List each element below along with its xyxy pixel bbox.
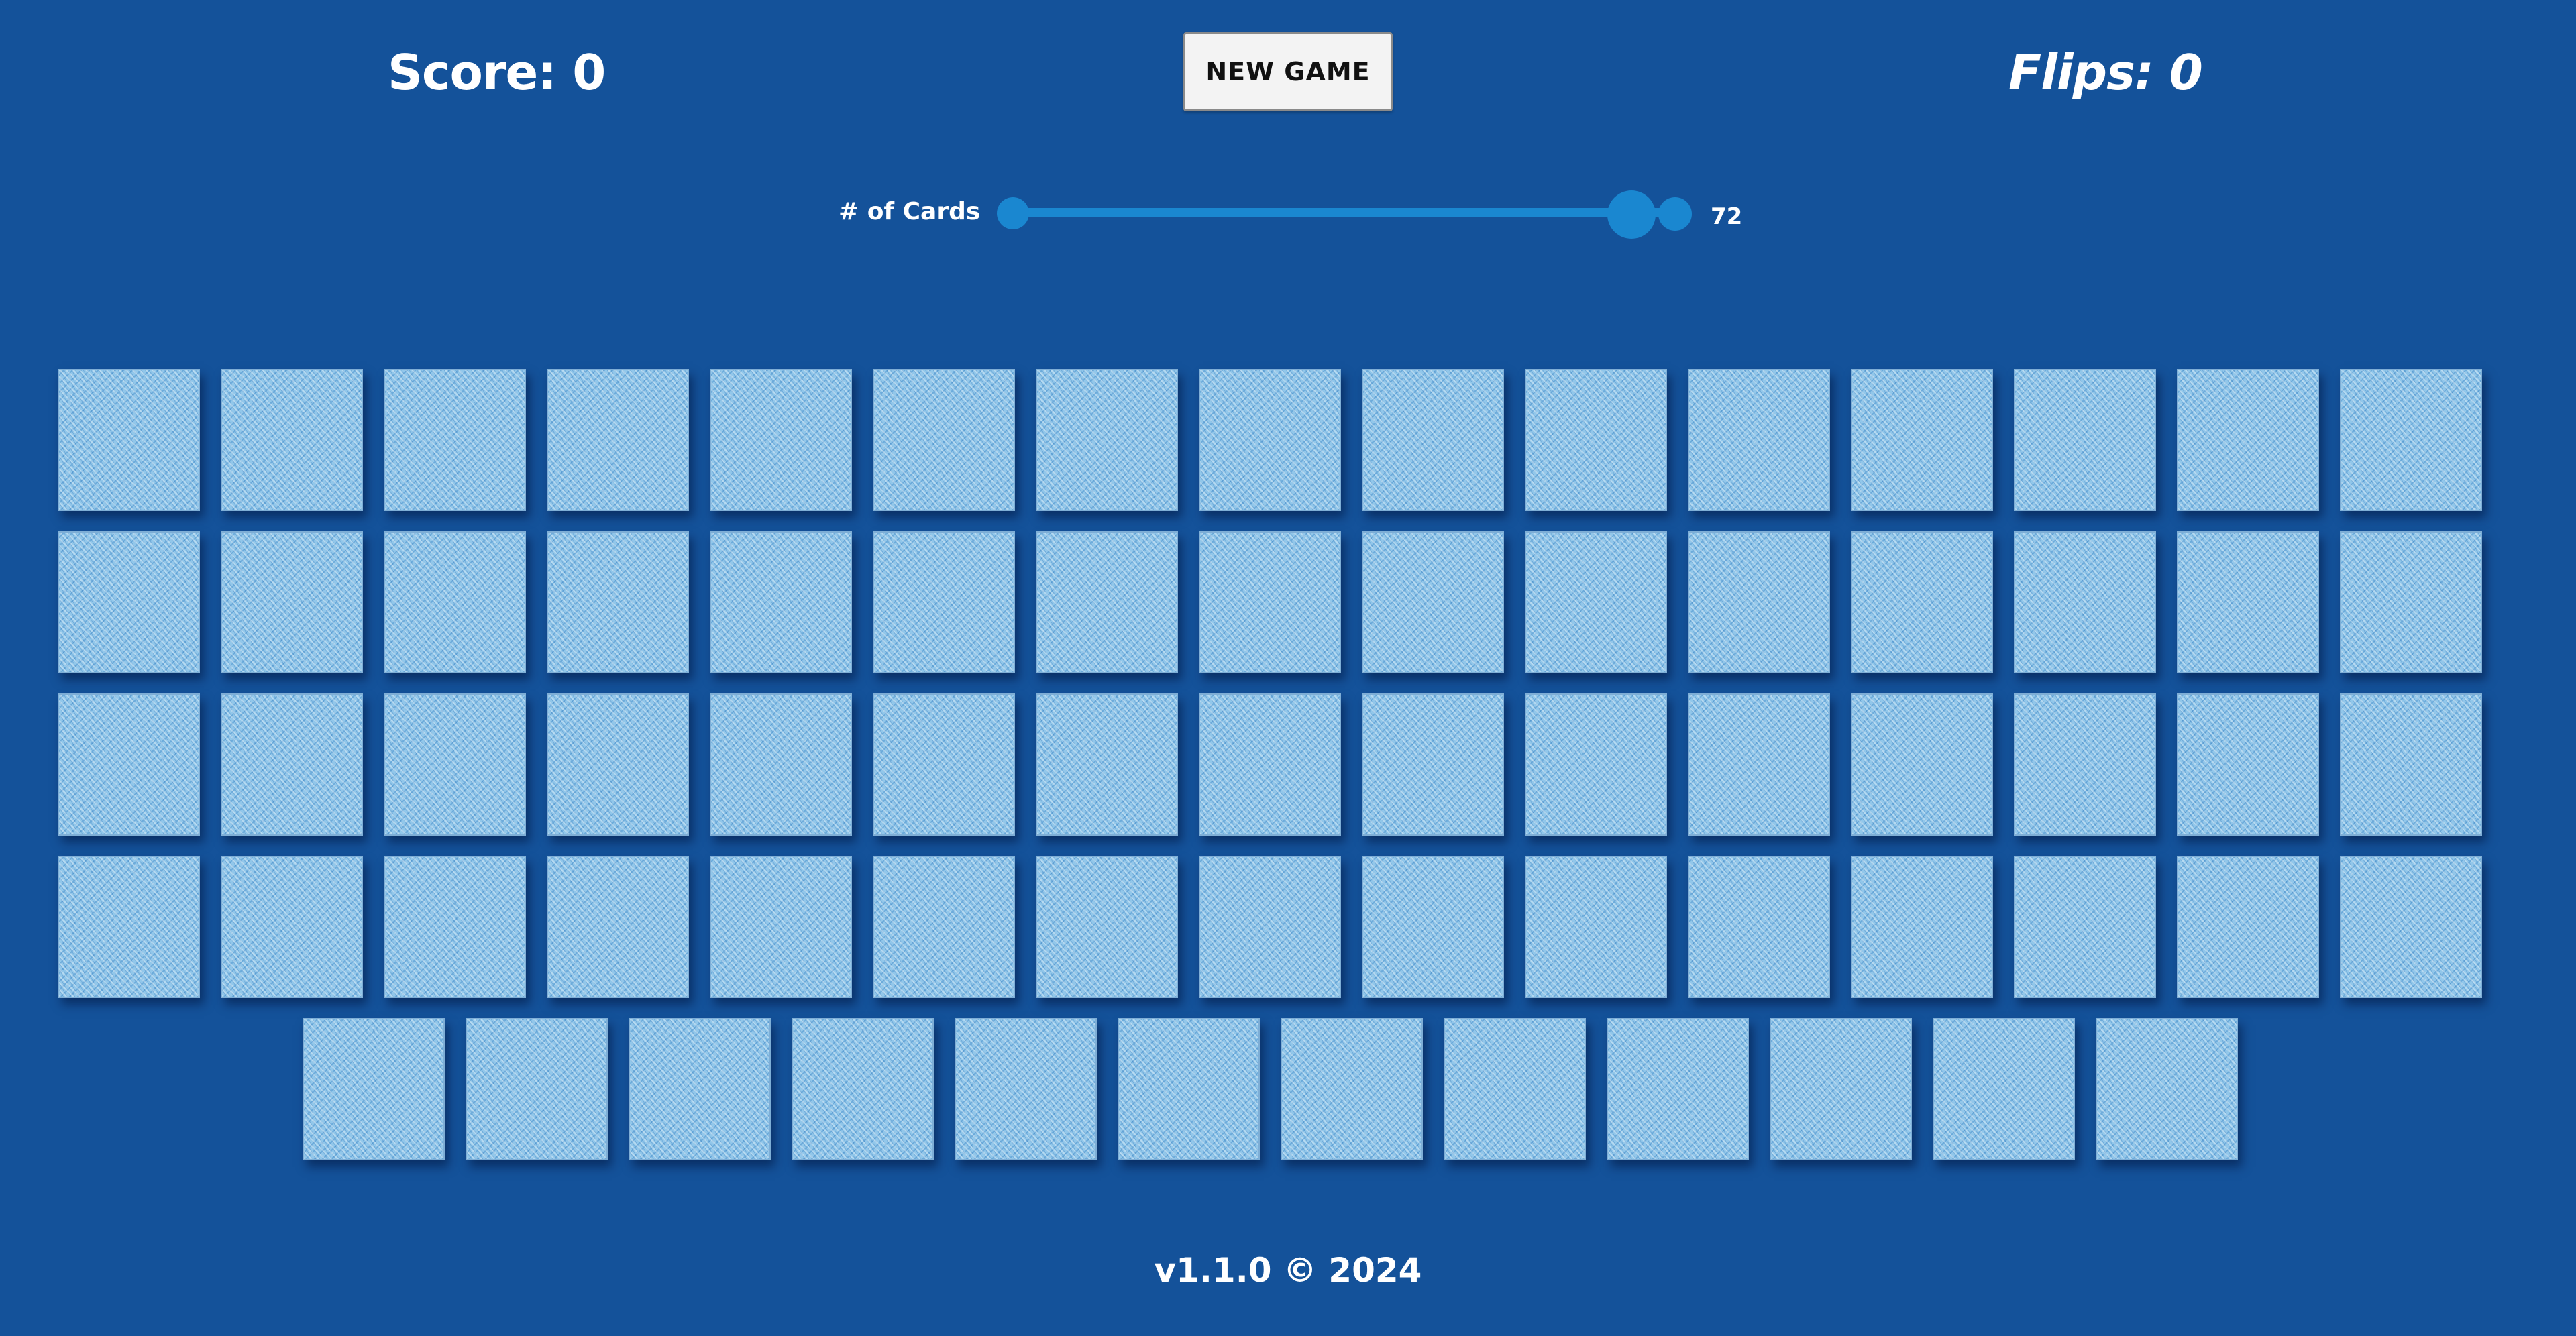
card[interactable] [58,369,200,511]
card[interactable] [384,856,526,998]
card[interactable] [1688,531,1830,673]
new-game-button[interactable]: NEW GAME [1183,32,1393,111]
card[interactable] [1851,369,1993,511]
card[interactable] [221,369,363,511]
card[interactable] [1036,369,1178,511]
card[interactable] [58,531,200,673]
card[interactable] [1606,1018,1749,1160]
slider-min-dot [997,197,1029,229]
card[interactable] [221,856,363,998]
card[interactable] [873,856,1015,998]
card[interactable] [1036,531,1178,673]
card[interactable] [547,531,689,673]
card[interactable] [1851,856,1993,998]
version-footer: v1.1.0 © 2024 [1154,1251,1422,1290]
card[interactable] [1362,369,1504,511]
card[interactable] [1525,856,1667,998]
card[interactable] [547,369,689,511]
card[interactable] [1362,693,1504,836]
card[interactable] [1769,1018,1912,1160]
card[interactable] [2095,1018,2238,1160]
card[interactable] [2177,693,2319,836]
card[interactable] [1688,693,1830,836]
card[interactable] [710,531,852,673]
card[interactable] [2014,693,2156,836]
card[interactable] [954,1018,1097,1160]
card[interactable] [1199,369,1341,511]
card[interactable] [384,693,526,836]
card[interactable] [2340,856,2482,998]
card[interactable] [1688,369,1830,511]
card[interactable] [2340,693,2482,836]
card[interactable] [2014,369,2156,511]
card[interactable] [1362,856,1504,998]
card[interactable] [1036,693,1178,836]
card[interactable] [2340,369,2482,511]
card[interactable] [1443,1018,1586,1160]
card[interactable] [2014,856,2156,998]
card[interactable] [1117,1018,1260,1160]
card[interactable] [302,1018,445,1160]
score-display: Score: 0 [388,44,606,101]
card[interactable] [1851,531,1993,673]
card[interactable] [58,693,200,836]
slider-track[interactable] [1009,208,1665,217]
slider-thumb[interactable] [1607,190,1656,239]
card[interactable] [1199,856,1341,998]
card[interactable] [791,1018,934,1160]
card-count-slider[interactable] [997,190,1692,239]
card[interactable] [1525,369,1667,511]
card[interactable] [710,369,852,511]
card[interactable] [221,693,363,836]
card[interactable] [1280,1018,1423,1160]
card[interactable] [1932,1018,2075,1160]
card[interactable] [547,856,689,998]
card[interactable] [2014,531,2156,673]
card[interactable] [2340,531,2482,673]
card-count-label: # of Cards [839,198,981,225]
card[interactable] [2177,531,2319,673]
card-count-value: 72 [1711,203,1743,230]
card[interactable] [1362,531,1504,673]
card[interactable] [1688,856,1830,998]
card[interactable] [1525,531,1667,673]
card[interactable] [1036,856,1178,998]
card[interactable] [221,531,363,673]
card[interactable] [1525,693,1667,836]
card[interactable] [384,531,526,673]
card[interactable] [873,531,1015,673]
card[interactable] [1851,693,1993,836]
card[interactable] [2177,856,2319,998]
card[interactable] [2177,369,2319,511]
card[interactable] [710,693,852,836]
card[interactable] [465,1018,608,1160]
card-board [58,369,2482,1160]
card[interactable] [384,369,526,511]
card[interactable] [547,693,689,836]
card[interactable] [628,1018,771,1160]
card[interactable] [873,693,1015,836]
card[interactable] [58,856,200,998]
card[interactable] [1199,531,1341,673]
card[interactable] [1199,693,1341,836]
card[interactable] [873,369,1015,511]
slider-max-dot [1658,197,1692,231]
card[interactable] [710,856,852,998]
flips-display: Flips: 0 [2008,44,2203,101]
